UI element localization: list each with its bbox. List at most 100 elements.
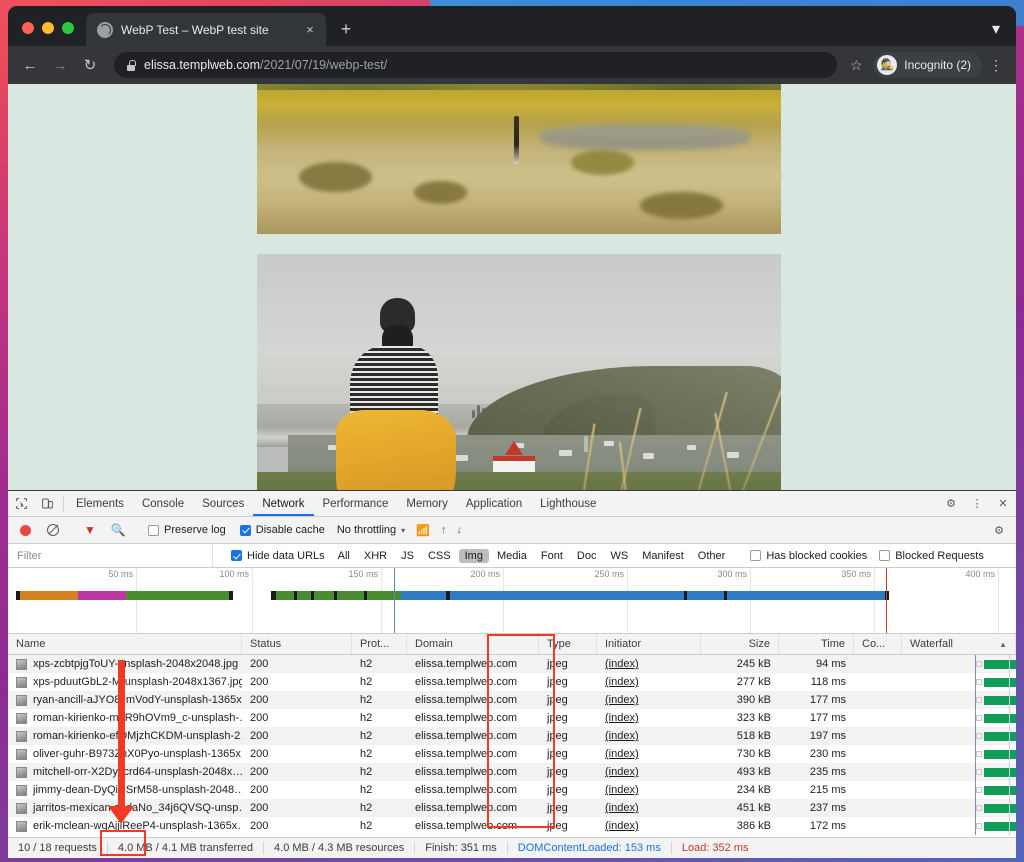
- filter-chip-other[interactable]: Other: [692, 549, 732, 563]
- column-header-domain[interactable]: Domain: [407, 634, 539, 654]
- blocked-requests-toggle[interactable]: Blocked Requests: [873, 550, 990, 562]
- back-button[interactable]: ←: [16, 51, 44, 79]
- browser-tab[interactable]: WebP Test – WebP test site ×: [86, 13, 326, 46]
- cell-name[interactable]: roman-kirienko-efOMjzhCKDM-unsplash-2…: [8, 727, 242, 745]
- hide-data-urls-checkbox[interactable]: [231, 550, 242, 561]
- network-conditions-icon[interactable]: 📶: [411, 524, 435, 537]
- close-window-button[interactable]: [22, 22, 34, 34]
- table-row[interactable]: jimmy-dean-DyQiNSrM58-unsplash-2048…200h…: [8, 781, 1016, 799]
- forward-button[interactable]: →: [46, 51, 74, 79]
- tab-console[interactable]: Console: [133, 491, 193, 516]
- filter-chip-all[interactable]: All: [332, 549, 356, 563]
- filter-chip-manifest[interactable]: Manifest: [636, 549, 690, 563]
- initiator-link[interactable]: (index): [605, 802, 639, 814]
- minimize-window-button[interactable]: [42, 22, 54, 34]
- tab-memory[interactable]: Memory: [397, 491, 457, 516]
- filter-chip-media[interactable]: Media: [491, 549, 533, 563]
- clear-icon[interactable]: [40, 524, 66, 536]
- inspect-element-icon[interactable]: [8, 491, 34, 516]
- search-icon[interactable]: 🔍: [105, 523, 131, 537]
- filter-chip-js[interactable]: JS: [395, 549, 420, 563]
- filter-chip-doc[interactable]: Doc: [571, 549, 603, 563]
- reload-button[interactable]: ↻: [76, 51, 104, 79]
- column-header-size[interactable]: Size: [701, 634, 779, 654]
- has-blocked-cookies-checkbox[interactable]: [750, 550, 761, 561]
- cell-initiator[interactable]: (index): [597, 781, 701, 799]
- tab-sources[interactable]: Sources: [193, 491, 253, 516]
- initiator-link[interactable]: (index): [605, 658, 639, 670]
- close-icon[interactable]: ×: [302, 22, 318, 38]
- column-header-time[interactable]: Time: [779, 634, 854, 654]
- initiator-link[interactable]: (index): [605, 748, 639, 760]
- export-har-icon[interactable]: ↓: [452, 524, 466, 536]
- cell-initiator[interactable]: (index): [597, 655, 701, 673]
- column-header-initiator[interactable]: Initiator: [597, 634, 701, 654]
- column-header-name[interactable]: Name: [8, 634, 242, 654]
- import-har-icon[interactable]: ↑: [437, 524, 451, 536]
- throttling-select[interactable]: No throttling ▾: [333, 524, 409, 536]
- cell-initiator[interactable]: (index): [597, 727, 701, 745]
- hide-data-urls-toggle[interactable]: Hide data URLs: [225, 550, 331, 562]
- close-icon[interactable]: ✕: [990, 491, 1016, 516]
- cell-initiator[interactable]: (index): [597, 673, 701, 691]
- disable-cache-checkbox[interactable]: [240, 525, 251, 536]
- browser-menu-button[interactable]: ⋮: [984, 52, 1008, 78]
- initiator-link[interactable]: (index): [605, 820, 639, 832]
- table-row[interactable]: xps-pduutGbL2-M-unsplash-2048x1367.jpg20…: [8, 673, 1016, 691]
- address-bar[interactable]: elissa.templweb.com/2021/07/19/webp-test…: [114, 52, 837, 78]
- cell-initiator[interactable]: (index): [597, 799, 701, 817]
- table-row[interactable]: roman-kirienko-mdR9hOVm9_c-unsplash-…200…: [8, 709, 1016, 727]
- tab-lighthouse[interactable]: Lighthouse: [531, 491, 605, 516]
- initiator-link[interactable]: (index): [605, 766, 639, 778]
- cell-initiator[interactable]: (index): [597, 691, 701, 709]
- filter-chip-font[interactable]: Font: [535, 549, 569, 563]
- filter-chip-img[interactable]: Img: [459, 549, 489, 563]
- blocked-requests-checkbox[interactable]: [879, 550, 890, 561]
- chevron-down-icon[interactable]: ▾: [401, 526, 405, 535]
- table-row[interactable]: jarritos-mexican-sodaNo_34j6QVSQ-unsp…20…: [8, 799, 1016, 817]
- funnel-icon[interactable]: ▼: [77, 523, 103, 537]
- column-header-type[interactable]: Type: [539, 634, 597, 654]
- cell-name[interactable]: ryan-ancill-aJYO8JmVodY-unsplash-1365x…: [8, 691, 242, 709]
- tab-application[interactable]: Application: [457, 491, 531, 516]
- tab-network[interactable]: Network: [253, 491, 313, 516]
- table-row[interactable]: ryan-ancill-aJYO8JmVodY-unsplash-1365x…2…: [8, 691, 1016, 709]
- column-header-status[interactable]: Status: [242, 634, 352, 654]
- maximize-window-button[interactable]: [62, 22, 74, 34]
- record-icon[interactable]: [12, 525, 38, 536]
- filter-input[interactable]: Filter: [8, 544, 213, 567]
- device-toolbar-icon[interactable]: [34, 491, 60, 516]
- profile-chip[interactable]: 🕵 Incognito (2): [873, 52, 982, 78]
- chevron-down-icon[interactable]: ▾: [988, 21, 1004, 37]
- preserve-log-toggle[interactable]: Preserve log: [142, 524, 232, 536]
- gear-icon[interactable]: ⚙: [938, 491, 964, 516]
- cell-initiator[interactable]: (index): [597, 763, 701, 781]
- tab-elements[interactable]: Elements: [67, 491, 133, 516]
- cell-name[interactable]: roman-kirienko-mdR9hOVm9_c-unsplash-…: [8, 709, 242, 727]
- table-row[interactable]: xps-zcbtpjgToUY-unsplash-2048x2048.jpg20…: [8, 655, 1016, 673]
- table-row[interactable]: roman-kirienko-efOMjzhCKDM-unsplash-2…20…: [8, 727, 1016, 745]
- initiator-link[interactable]: (index): [605, 784, 639, 796]
- filter-chip-ws[interactable]: WS: [604, 549, 634, 563]
- column-header-waterfall[interactable]: Waterfall ▲: [902, 634, 1016, 654]
- initiator-link[interactable]: (index): [605, 694, 639, 706]
- cell-name[interactable]: xps-pduutGbL2-M-unsplash-2048x1367.jpg: [8, 673, 242, 691]
- new-tab-button[interactable]: +: [332, 15, 360, 43]
- initiator-link[interactable]: (index): [605, 712, 639, 724]
- tab-performance[interactable]: Performance: [314, 491, 398, 516]
- table-row[interactable]: oliver-guhr-B973ZhX0Pyo-unsplash-1365x…2…: [8, 745, 1016, 763]
- bookmark-star-icon[interactable]: ☆: [845, 54, 867, 76]
- cell-initiator[interactable]: (index): [597, 817, 701, 835]
- initiator-link[interactable]: (index): [605, 676, 639, 688]
- table-row[interactable]: erik-mclean-wqAjjiReeP4-unsplash-1365x…2…: [8, 817, 1016, 835]
- cell-initiator[interactable]: (index): [597, 745, 701, 763]
- column-header-protocol[interactable]: Prot...: [352, 634, 407, 654]
- table-row[interactable]: mitchell-orr-X2Dykcrd64-unsplash-2048x…2…: [8, 763, 1016, 781]
- network-settings-gear-icon[interactable]: ⚙: [986, 524, 1012, 537]
- cell-name[interactable]: mitchell-orr-X2Dykcrd64-unsplash-2048x…: [8, 763, 242, 781]
- cell-initiator[interactable]: (index): [597, 709, 701, 727]
- initiator-link[interactable]: (index): [605, 730, 639, 742]
- kebab-icon[interactable]: ⋮: [964, 491, 990, 516]
- cell-name[interactable]: oliver-guhr-B973ZhX0Pyo-unsplash-1365x…: [8, 745, 242, 763]
- column-header-connection[interactable]: Co...: [854, 634, 902, 654]
